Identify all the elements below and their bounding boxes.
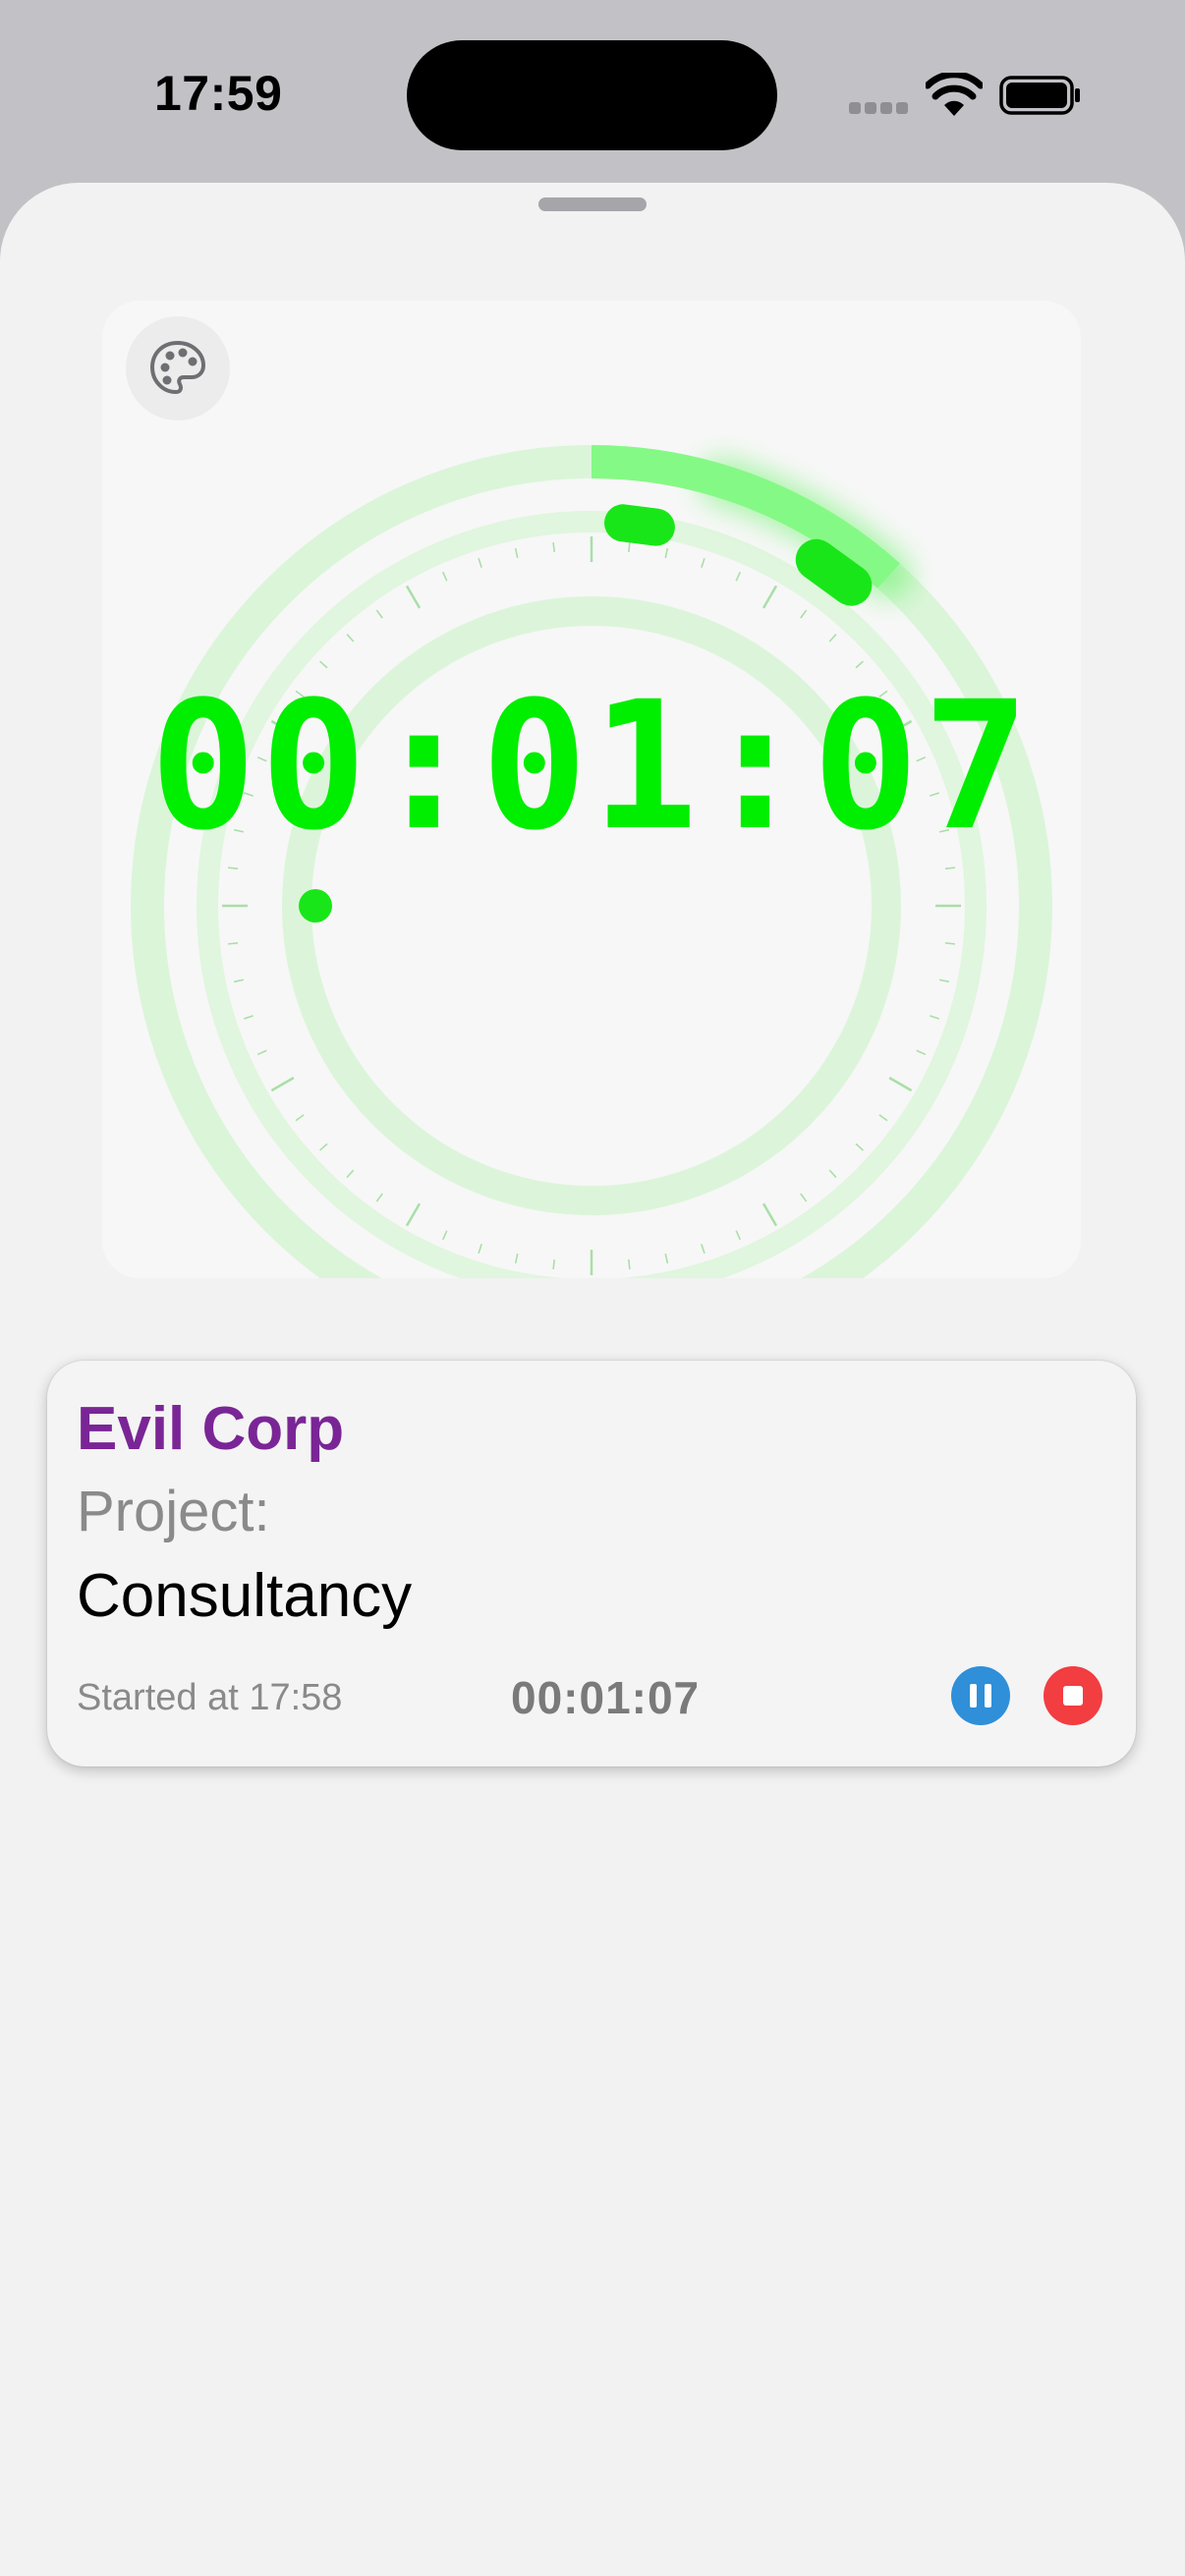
seconds-hand-knob <box>795 538 873 606</box>
tick-mark <box>478 557 482 568</box>
tick-mark <box>664 547 669 559</box>
tick-mark <box>256 1049 267 1056</box>
tick-mark <box>701 557 705 568</box>
wifi-icon <box>926 73 983 116</box>
dynamic-island <box>407 40 777 150</box>
tick-mark <box>628 1259 631 1270</box>
tick-mark <box>405 1203 422 1227</box>
project-name: Consultancy <box>77 1562 413 1630</box>
client-name: Evil Corp <box>77 1395 345 1463</box>
tick-mark <box>800 609 808 619</box>
tick-mark <box>828 634 837 643</box>
tick-mark <box>828 1169 837 1178</box>
pause-button[interactable] <box>951 1666 1010 1725</box>
tick-mark <box>227 942 239 945</box>
tick-mark <box>441 1230 448 1241</box>
tick-mark <box>888 1076 913 1092</box>
tick-mark <box>944 942 956 945</box>
elapsed-time-display: 00:01:07 <box>149 664 1034 869</box>
tick-mark <box>243 1015 254 1020</box>
cellular-signal-icon <box>849 102 908 116</box>
tick-mark <box>628 541 631 553</box>
tick-mark <box>514 1253 519 1264</box>
tick-mark <box>930 1015 940 1020</box>
theme-palette-button[interactable] <box>126 316 230 420</box>
tick-mark <box>762 1203 778 1227</box>
clock-panel: 00:01:07 <box>102 301 1081 1278</box>
tick-mark <box>735 571 742 582</box>
project-label: Project: <box>77 1480 270 1543</box>
tick-mark <box>270 1076 295 1092</box>
tick-mark <box>478 1244 482 1255</box>
tick-mark <box>319 1143 328 1151</box>
stop-button[interactable] <box>1044 1666 1102 1725</box>
tick-mark <box>762 585 778 609</box>
tick-mark <box>552 541 555 553</box>
tick-mark <box>938 979 950 983</box>
palette-icon <box>149 340 206 395</box>
tick-marks <box>222 536 961 1275</box>
timer-sheet: 00:01:07 Evil Corp Project: Consultancy … <box>0 183 1185 2576</box>
tick-mark <box>375 1193 383 1203</box>
tick-mark <box>878 1114 888 1122</box>
started-at-text: Started at 17:58 <box>77 1677 343 1718</box>
tick-mark <box>441 571 448 582</box>
active-timer-card[interactable]: Evil Corp Project: Consultancy Started a… <box>47 1361 1136 1766</box>
tick-mark <box>346 1169 355 1178</box>
tick-mark <box>552 1259 555 1270</box>
tick-mark <box>855 1143 864 1151</box>
minutes-hand-knob <box>604 504 675 546</box>
stop-icon <box>1063 1686 1083 1706</box>
tick-mark <box>701 1244 705 1255</box>
battery-icon <box>999 76 1080 115</box>
card-elapsed-time: 00:01:07 <box>511 1672 701 1723</box>
tick-mark <box>375 609 383 619</box>
tick-mark <box>346 634 355 643</box>
tick-mark <box>405 585 422 609</box>
sheet-grabber[interactable] <box>538 197 647 211</box>
tick-mark <box>664 1253 669 1264</box>
status-time: 17:59 <box>154 66 283 121</box>
tick-mark <box>514 547 519 559</box>
tick-mark <box>233 979 245 983</box>
tick-mark <box>800 1193 808 1203</box>
pause-icon <box>970 1684 977 1708</box>
tick-mark <box>295 1114 305 1122</box>
tick-mark <box>916 1049 927 1056</box>
tick-mark <box>735 1230 742 1241</box>
hours-hand-knob <box>299 889 332 923</box>
